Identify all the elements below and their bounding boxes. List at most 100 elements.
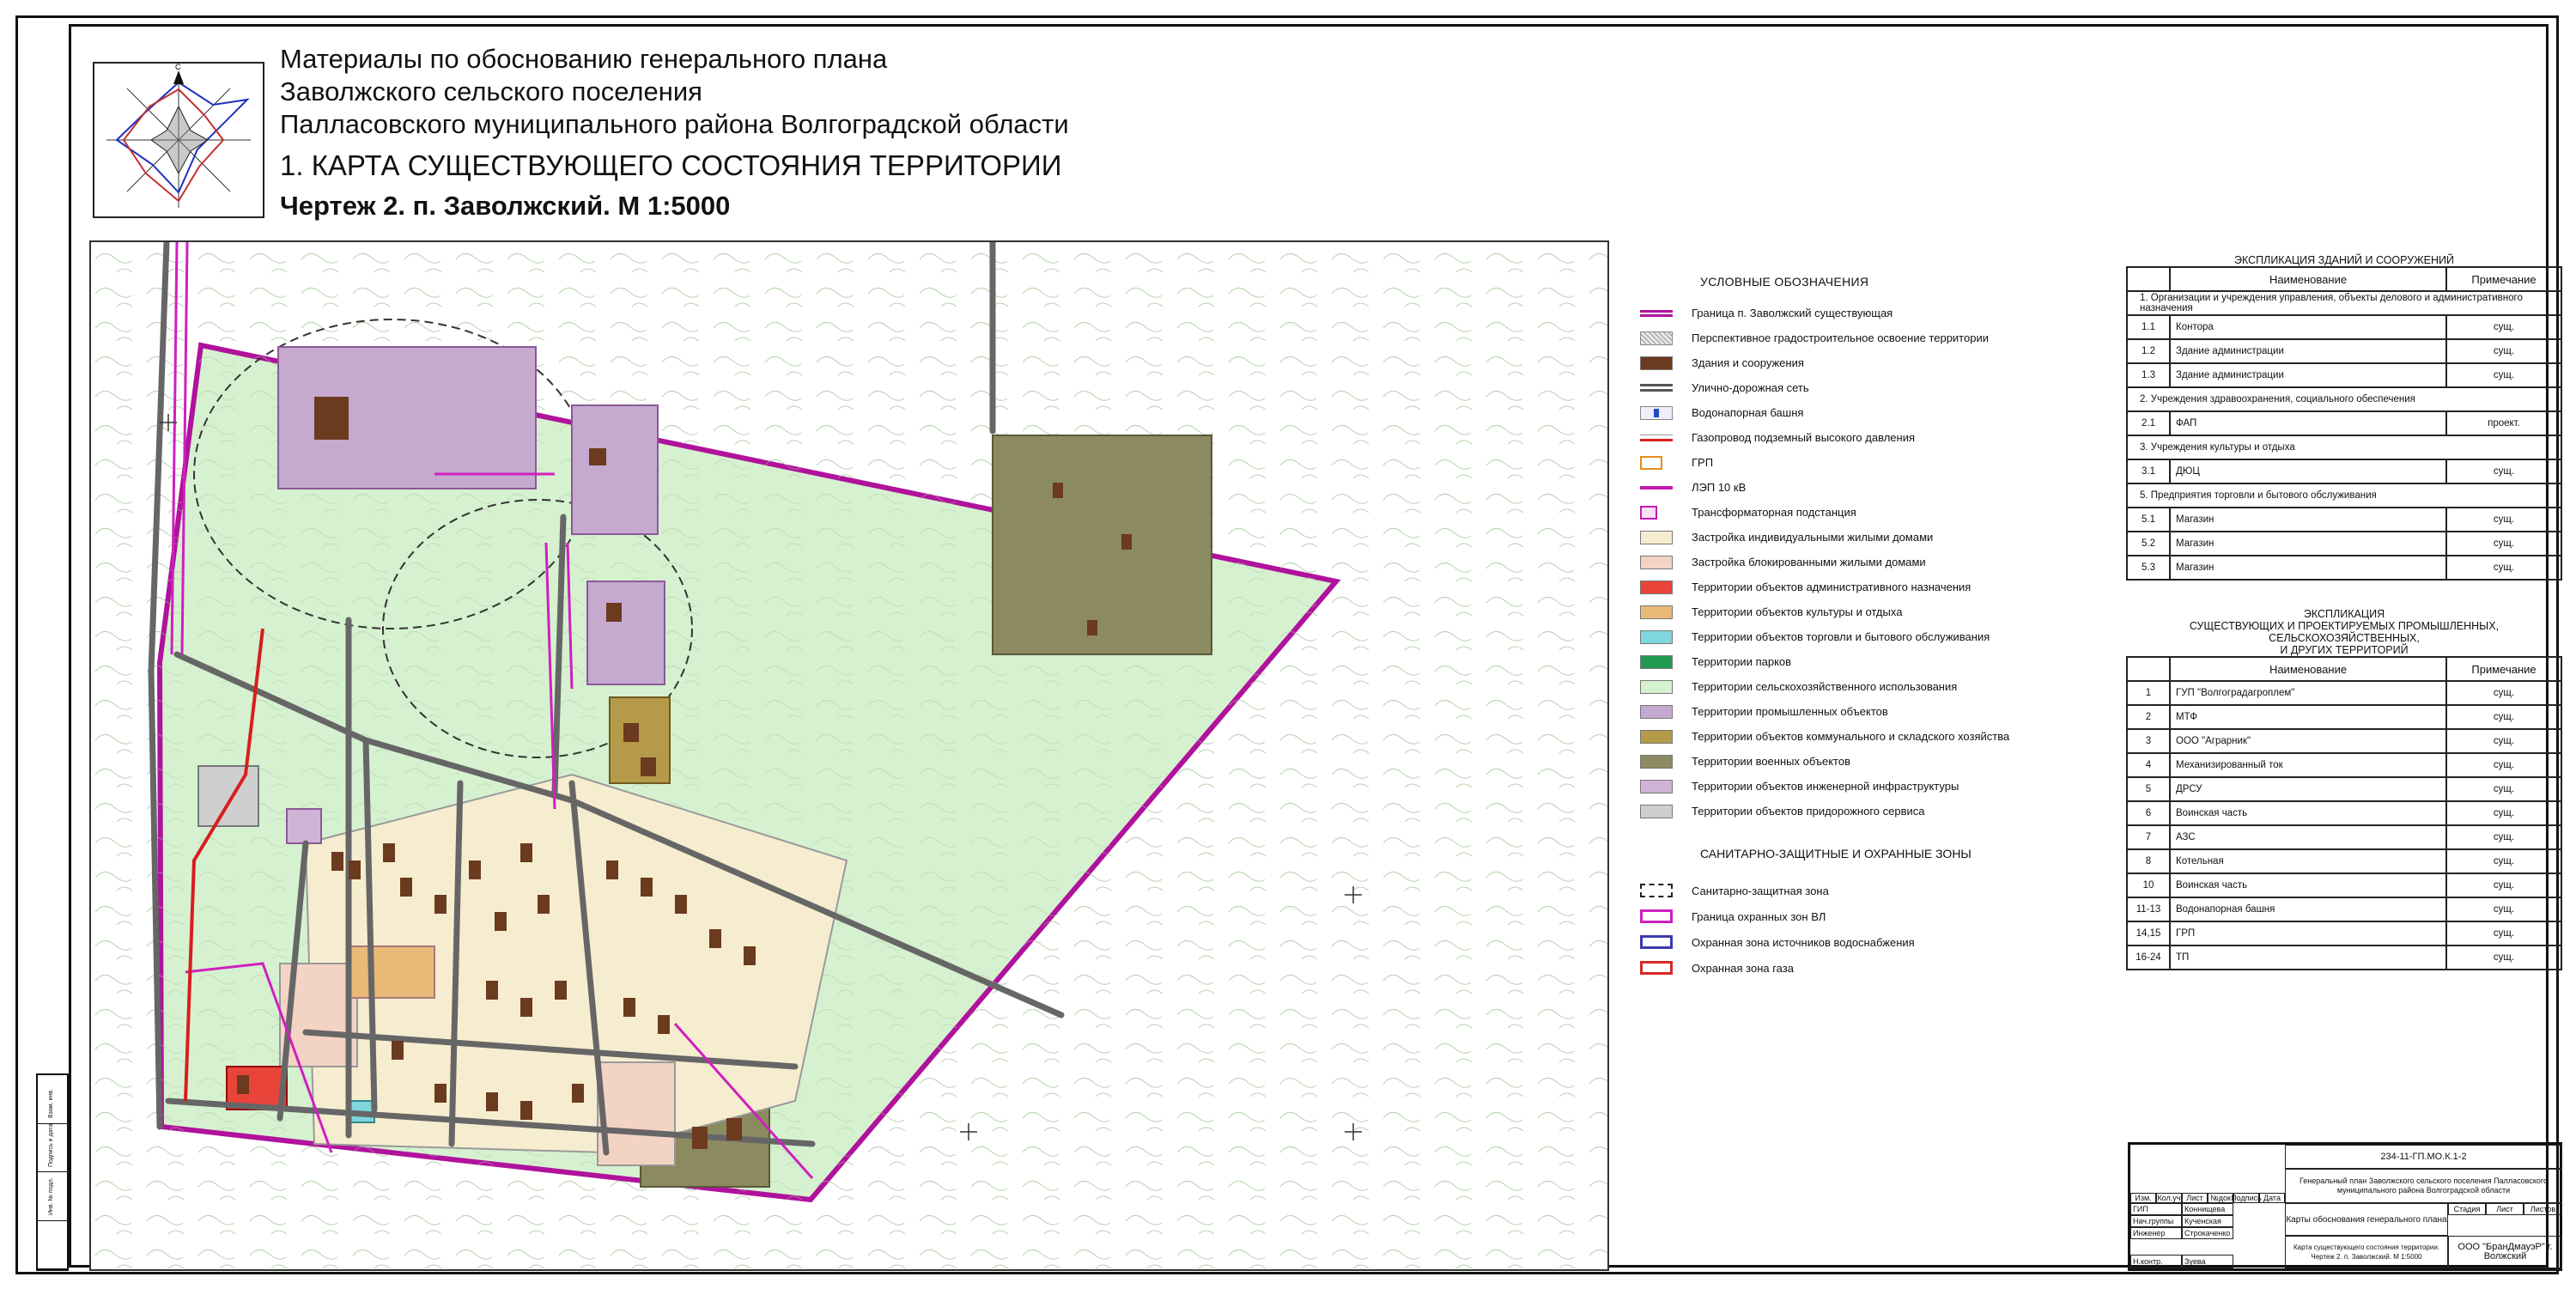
zones-item: Санитарно-защитная зона	[1640, 878, 2121, 903]
zones-item: Охранная зона газа	[1640, 955, 2121, 981]
cell-note: сущ.	[2445, 728, 2562, 754]
legend-item: Водонапорная башня	[1640, 400, 2121, 425]
legend-swatch	[1640, 405, 1673, 420]
legend-item: Граница п. Заволжский существующая	[1640, 301, 2121, 325]
stamp-person: Кученская	[2182, 1215, 2233, 1227]
cell-num: 10	[2126, 873, 2171, 898]
cell-note: сущ.	[2445, 873, 2562, 898]
cell-note: сущ.	[2445, 752, 2562, 778]
legend-label: Застройка блокированными жилыми домами	[1692, 556, 1926, 568]
table-row: 6 Воинская часть сущ.	[2126, 800, 2562, 826]
legend-label: Территории парков	[1692, 655, 1792, 668]
title-line: СУЩЕСТВУЮЩИХ И ПРОЕКТИРУЕМЫХ ПРОМЫШЛЕННЫ…	[2189, 620, 2500, 644]
legend-label: Перспективное градостроительное освоение…	[1692, 331, 1989, 344]
cell-name: Магазин	[2169, 555, 2447, 581]
strip-label: Инв. № подл.	[48, 1177, 54, 1215]
legend-item: Территории промышленных объектов	[1640, 699, 2121, 724]
legend-item: Газопровод подземный высокого давления	[1640, 425, 2121, 450]
table-row: 14,15 ГРП сущ.	[2126, 921, 2562, 946]
stamp-project: Генеральный план Заволжского сельского п…	[2285, 1169, 2562, 1203]
legend-swatch	[1640, 356, 1673, 370]
residential-blocked	[597, 1061, 676, 1166]
cell-name: ООО "Аграрник"	[2169, 728, 2447, 754]
legend-item: Территории объектов административного на…	[1640, 575, 2121, 599]
zones-label: Охранная зона источников водоснабжения	[1692, 935, 1915, 949]
cell-note: сущ.	[2445, 531, 2562, 556]
stamp-stage-header: Листов	[2524, 1203, 2562, 1215]
sheet-title: Чертеж 2. п. Заволжский. М 1:5000	[280, 191, 731, 221]
legend-swatch	[1640, 505, 1657, 520]
cell-num: 1.2	[2126, 338, 2171, 364]
legend-heading: УСЛОВНЫЕ ОБОЗНАЧЕНИЯ	[1700, 275, 1869, 289]
cell-note: сущ.	[2445, 314, 2562, 340]
cell-name: ДЮЦ	[2169, 459, 2447, 484]
legend-swatch	[1640, 555, 1673, 569]
table-row: 10 Воинская часть сущ.	[2126, 873, 2562, 898]
legend: УСЛОВНЫЕ ОБОЗНАЧЕНИЯ Граница п. Заволжск…	[1640, 275, 2121, 824]
stamp-role: ГИП	[2130, 1203, 2182, 1215]
stamp-person: Строкаченко	[2182, 1227, 2233, 1239]
cell-name: МТФ	[2169, 704, 2447, 730]
cell-note: сущ.	[2445, 338, 2562, 364]
legend-swatch	[1640, 309, 1673, 317]
stamp-role: Н.контр.	[2130, 1255, 2182, 1268]
table-row: 2 МТФ сущ.	[2126, 704, 2562, 730]
section-row-label: 3. Учреждения культуры и отдыха	[2126, 435, 2562, 460]
legend-label: Застройка индивидуальными жилыми домами	[1692, 531, 1934, 544]
table-row: 4 Механизированный ток сущ.	[2126, 752, 2562, 778]
legend-label: Водонапорная башня	[1692, 406, 1804, 419]
cell-num: 7	[2126, 824, 2171, 850]
legend-swatch	[1640, 605, 1673, 619]
legend-swatch	[1640, 654, 1673, 669]
cell-num: 5.2	[2126, 531, 2171, 556]
cell-num: 1.3	[2126, 362, 2171, 388]
cell-note: сущ.	[2445, 459, 2562, 484]
cell-num: 5	[2126, 776, 2171, 802]
title-block: Материалы по обоснованию генерального пл…	[280, 43, 1069, 141]
stamp-role: Нач.группы	[2130, 1215, 2182, 1227]
legend-label: Территории объектов торговли и бытового …	[1692, 630, 1990, 643]
legend-swatch	[1640, 754, 1673, 769]
map-title: 1. КАРТА СУЩЕСТВУЮЩЕГО СОСТОЯНИЯ ТЕРРИТО…	[280, 149, 1062, 181]
table-row: 1.3 Здание администрации сущ.	[2126, 362, 2562, 388]
legend-swatch	[1640, 629, 1673, 644]
legend-swatch	[1640, 909, 1673, 923]
table-row: 16-24 ТП сущ.	[2126, 945, 2562, 970]
col-name-header: Наименование	[2169, 266, 2447, 292]
col-name-header: Наименование	[2169, 656, 2447, 682]
map-canvas[interactable]	[89, 240, 1609, 1271]
zones-label: Охранная зона газа	[1692, 961, 1794, 975]
legend-swatch	[1640, 704, 1673, 719]
cell-name: ТП	[2169, 945, 2447, 970]
stamp-header: Кол.уч	[2156, 1193, 2182, 1203]
table-row: 5.2 Магазин сущ.	[2126, 531, 2562, 556]
legend-item: ЛЭП 10 кВ	[1640, 475, 2121, 500]
cell-note: проект.	[2445, 410, 2562, 436]
legend-label: ЛЭП 10 кВ	[1692, 481, 1747, 494]
legend-item: Застройка индивидуальными жилыми домами	[1640, 525, 2121, 550]
explication-buildings-table: Наименование Примечание 1. Организации и…	[2126, 266, 2562, 581]
title-line: Палласовского муниципального района Волг…	[280, 109, 1069, 139]
legend-label: Территории объектов придорожного сервиса	[1692, 805, 1925, 818]
cell-note: сущ.	[2445, 897, 2562, 922]
legend-swatch	[1640, 384, 1673, 392]
cell-note: сущ.	[2445, 921, 2562, 946]
table-row: 5 ДРСУ сущ.	[2126, 776, 2562, 802]
strip-label: Подпись и дата	[48, 1123, 54, 1167]
stamp-doc-name: Карты обоснования генерального плана	[2285, 1203, 2448, 1236]
legend-swatch	[1640, 580, 1673, 594]
roadside-service-territory	[197, 765, 259, 827]
cell-note: сущ.	[2445, 362, 2562, 388]
stamp-header: Дата	[2259, 1193, 2285, 1203]
legend-item: ГРП	[1640, 450, 2121, 475]
legend-swatch	[1640, 530, 1673, 544]
legend-swatch	[1640, 331, 1673, 345]
cell-name: Механизированный ток	[2169, 752, 2447, 778]
legend-item: Территории объектов придорожного сервиса	[1640, 799, 2121, 824]
legend-label: Улично-дорожная сеть	[1692, 381, 1809, 394]
legend-label: Территории военных объектов	[1692, 755, 1850, 768]
cell-name: ФАП	[2169, 410, 2447, 436]
cell-name: Воинская часть	[2169, 800, 2447, 826]
legend-item: Территории объектов культуры и отдыха	[1640, 599, 2121, 624]
table-row: 1.2 Здание администрации сущ.	[2126, 338, 2562, 364]
